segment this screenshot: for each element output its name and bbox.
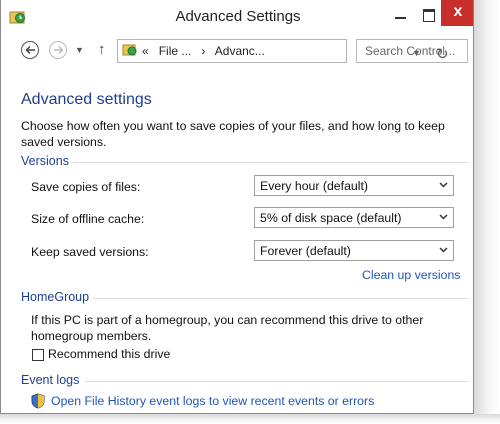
recommend-drive-label[interactable]: Recommend this drive xyxy=(48,347,170,361)
title-bar[interactable]: Advanced Settings x xyxy=(1,0,473,34)
shield-icon xyxy=(31,393,45,409)
breadcrumb-file-history[interactable]: File ... xyxy=(159,44,192,58)
recommend-drive-checkbox[interactable] xyxy=(32,349,44,361)
offline-cache-value: 5% of disk space (default) xyxy=(260,211,402,225)
close-icon: x xyxy=(453,3,463,20)
page-description: Choose how often you want to save copies… xyxy=(21,119,445,149)
event-logs-divider xyxy=(85,381,468,382)
chevron-down-icon xyxy=(439,214,448,220)
window-shadow-bottom xyxy=(0,414,500,424)
chevron-down-icon xyxy=(439,182,448,188)
keep-versions-select[interactable]: Forever (default) xyxy=(254,240,454,261)
breadcrumb-overflow[interactable]: « xyxy=(142,44,149,58)
page-title: Advanced settings xyxy=(21,91,152,108)
search-input[interactable]: Search Control... xyxy=(365,44,455,58)
control-panel-icon xyxy=(122,43,138,58)
back-button[interactable] xyxy=(21,41,39,59)
close-button[interactable]: x xyxy=(441,0,473,26)
breadcrumb-separator: › xyxy=(201,44,206,58)
offline-cache-label: Size of offline cache: xyxy=(31,212,145,226)
advanced-settings-window: Advanced Settings x ▼ ↑ « File ... › Adv… xyxy=(0,0,474,414)
versions-divider xyxy=(73,162,468,163)
address-bar[interactable]: « File ... › Advanc... ▼ ↻ xyxy=(117,39,449,63)
homegroup-divider xyxy=(93,298,468,299)
recent-locations-icon[interactable]: ▼ xyxy=(75,45,84,55)
save-copies-value: Every hour (default) xyxy=(260,179,368,193)
event-logs-group-label: Event logs xyxy=(21,373,80,387)
back-icon xyxy=(25,45,35,55)
save-copies-label: Save copies of files: xyxy=(31,180,141,194)
save-copies-select[interactable]: Every hour (default) xyxy=(254,175,454,196)
breadcrumb-advanced[interactable]: Advanc... xyxy=(215,44,265,58)
forward-button[interactable] xyxy=(49,41,67,59)
offline-cache-select[interactable]: 5% of disk space (default) xyxy=(254,207,454,228)
keep-versions-label: Keep saved versions: xyxy=(31,245,149,259)
search-box[interactable]: Search Control... xyxy=(356,39,468,63)
clean-up-versions-link[interactable]: Clean up versions xyxy=(362,268,460,282)
forward-icon xyxy=(54,45,64,55)
homegroup-description: If this PC is part of a homegroup, you c… xyxy=(31,313,424,343)
homegroup-group-label: HomeGroup xyxy=(21,290,90,304)
window-shadow-right xyxy=(474,0,500,424)
navigation-bar: ▼ ↑ « File ... › Advanc... ▼ ↻ Search Co… xyxy=(1,36,473,66)
keep-versions-value: Forever (default) xyxy=(260,244,351,258)
up-icon[interactable]: ↑ xyxy=(98,41,106,58)
chevron-down-icon xyxy=(439,247,448,253)
maximize-button[interactable] xyxy=(415,4,443,26)
minimize-button[interactable] xyxy=(387,4,415,26)
breadcrumb: « File ... › Advanc... xyxy=(142,44,265,58)
event-logs-link[interactable]: Open File History event logs to view rec… xyxy=(51,394,374,408)
versions-group-label: Versions xyxy=(21,154,69,168)
